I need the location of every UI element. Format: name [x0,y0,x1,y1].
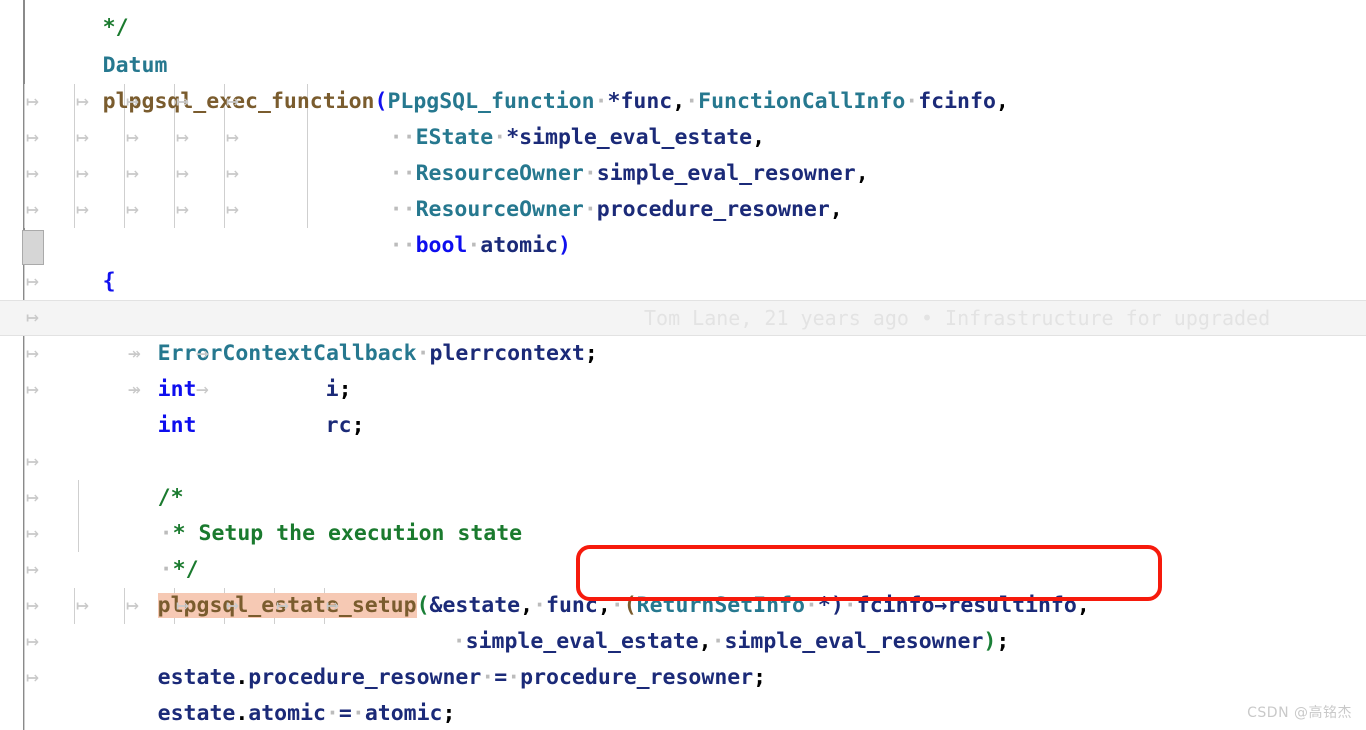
tab-marker: ↦ [26,485,39,510]
tab-marker: ↦ [126,125,139,150]
tab-marker: ↦ [176,125,189,150]
tab-marker: ↦ [26,161,39,186]
code-line-2[interactable]: plpgsql_exec_function(PLpgSQL_function·*… [0,48,1366,114]
token-equals-operator: = [338,701,352,726]
code-line-5[interactable]: ↦ ↦ ↦ ↦ ↦ ··ResourceOwner·procedure_reso… [0,156,1366,222]
tab-marker: ↦ [76,593,89,618]
tab-marker: ↦ [76,125,89,150]
tab-marker: ↦ [226,161,239,186]
code-line-3[interactable]: ↦ ↦ ↦ ↦ ↦ ··EState·*simple_eval_estate, [0,84,1366,150]
tab-marker: ↦ [176,89,189,114]
tab-marker: ↦ [226,89,239,114]
tab-marker: ↦ [26,125,39,150]
tab-marker: ↦ [26,305,39,330]
tab-marker: ↠ [128,377,141,402]
tab-marker: ↦ [126,161,139,186]
tab-marker: → [196,341,209,366]
space-dot: · [351,701,365,726]
token-semicolon: ; [442,701,456,726]
code-line-14[interactable]: ↦ ·* Setup the execution state [0,480,1366,546]
code-line-8[interactable]: ↦ PLpgSQL_execstate·estate; [0,264,1366,330]
code-line-11[interactable]: ↦ int ↠ → rc; [0,372,1366,438]
tab-marker: ↦ [26,557,39,582]
code-line-16[interactable]: ↦ plpgsql_estate_setup(&estate,·func,·(R… [0,552,1366,618]
tab-marker: ↦ [76,89,89,114]
code-line-19[interactable]: ↦ estate.atomic·=·atomic; [0,660,1366,726]
tab-marker: ↦ [76,197,89,222]
tab-marker: ↦ [126,593,139,618]
token-assign-object-2: estate [157,701,236,726]
token-dot-operator: . [235,701,249,726]
tab-marker: ↦ [26,341,39,366]
code-line-7[interactable]: { [0,228,1366,294]
code-line-4[interactable]: ↦ ↦ ↦ ↦ ↦ ··ResourceOwner·simple_eval_re… [0,120,1366,186]
csdn-watermark: CSDN @高铭杰 [1247,705,1352,721]
code-line-9[interactable]: ↦ ErrorContextCallback·plerrcontext; Tom… [0,300,1366,366]
code-line-17[interactable]: ↦ ↦ ↦ ↦ ↦ ↦ ↦ ·simple_eval_estate,·simpl… [0,588,1366,654]
code-line-10[interactable]: ↦ int ↠ → i; [0,336,1366,402]
tab-marker: ↦ [76,161,89,186]
code-line-0[interactable]: */ [0,0,1366,40]
code-line-6[interactable]: ↦ ↦ ↦ ↦ ↦ ··bool·atomic) [0,192,1366,258]
tab-marker: ↠ [128,341,141,366]
tab-marker: ↦ [176,593,189,618]
tab-marker: ↦ [26,269,39,294]
tab-marker: ↦ [26,593,39,618]
git-blame-annotation[interactable]: Tom Lane, 21 years ago • Infrastructure … [644,300,1270,336]
tab-marker: ↦ [276,593,289,618]
code-line-1[interactable]: Datum [0,12,1366,78]
tab-marker: ↦ [176,161,189,186]
tab-marker: ↦ [26,197,39,222]
tab-marker: ↦ [26,665,39,690]
tab-marker: ↦ [126,89,139,114]
code-editor[interactable]: */ Datum plpgsql_exec_function(PLpgSQL_f… [0,0,1366,730]
token-assign-rhs-2: atomic [364,701,443,726]
tab-marker: ↦ [126,197,139,222]
tab-marker: ↦ [26,521,39,546]
tab-marker: ↦ [226,197,239,222]
code-line-18[interactable]: ↦ estate.procedure_resowner·=·procedure_… [0,624,1366,690]
code-line-13[interactable]: ↦ /* [0,444,1366,510]
tab-marker: ↦ [26,377,39,402]
tab-marker: ↦ [326,593,339,618]
code-line-12[interactable] [0,408,1366,444]
tab-marker: ↦ [176,197,189,222]
tab-marker: ↦ [226,125,239,150]
tab-marker: ↦ [26,629,39,654]
tab-marker: → [196,377,209,402]
tab-marker: ↦ [26,449,39,474]
tab-marker: ↦ [26,89,39,114]
code-line-15[interactable]: ↦ ·*/ [0,516,1366,582]
tab-marker: ↦ [226,593,239,618]
space-dot: · [325,701,339,726]
token-assign-field-2: atomic [248,701,326,726]
